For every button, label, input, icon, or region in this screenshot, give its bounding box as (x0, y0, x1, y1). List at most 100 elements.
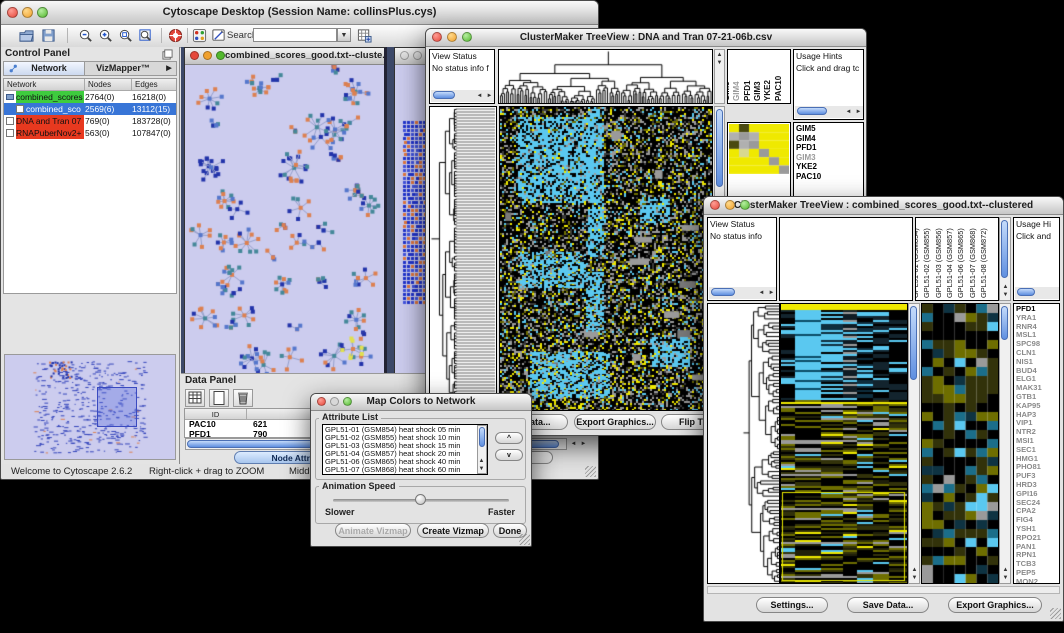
hscroll-thumb[interactable] (711, 288, 735, 296)
annotation-icon[interactable] (211, 28, 226, 43)
column-label[interactable]: PFD1 (743, 81, 752, 101)
column-label[interactable]: GPL51-08 (GSM872) (979, 228, 988, 298)
tv2-heatmap-scrollbar[interactable]: ▲ ▼ (908, 303, 920, 584)
birds-eye-viewport-rect[interactable] (97, 387, 137, 427)
tv1-row-dendrogram[interactable] (429, 106, 497, 411)
scroll-down-icon[interactable]: ▼ (1001, 574, 1010, 582)
close-icon[interactable] (317, 397, 326, 406)
scroll-left-icon[interactable]: ◄ (569, 440, 578, 448)
tab-scroll-right-icon[interactable]: ▶ (162, 62, 176, 75)
network-window-1-titlebar[interactable]: combined_scores_good.txt--cluste... (185, 48, 384, 65)
zoom-window-icon[interactable] (216, 51, 225, 60)
column-label[interactable]: GIM3 (753, 81, 762, 101)
close-icon[interactable] (432, 32, 442, 42)
zoom-window-icon[interactable] (343, 397, 352, 406)
minimize-icon[interactable] (725, 200, 735, 210)
column-label[interactable]: GPL51-04 (GSM857) (945, 228, 954, 298)
close-icon[interactable] (400, 51, 409, 60)
column-label[interactable]: GPL51-02 (GSM855) (922, 228, 931, 298)
scroll-right-icon[interactable]: ► (579, 440, 588, 448)
gene-label[interactable]: PFD1 (796, 143, 863, 153)
zoom-fit-icon[interactable] (138, 28, 153, 43)
tv2-heatmap[interactable] (780, 303, 908, 584)
gene-label[interactable]: MON2 (1016, 578, 1059, 584)
network-window-1[interactable]: combined_scores_good.txt--cluste... (184, 47, 387, 373)
column-label[interactable]: GPL51-06 (GSM865) (956, 228, 965, 298)
attribute-item[interactable]: GPL51-07 (GSM868) heat shock 60 min (325, 466, 487, 474)
column-label[interactable]: YKE2 (763, 80, 772, 101)
search-input[interactable] (253, 28, 337, 42)
vscroll-thumb[interactable] (716, 109, 723, 187)
gene-label[interactable]: YKE2 (796, 162, 863, 172)
tv2-col-scrollbar[interactable]: ▲ ▼ (999, 217, 1011, 301)
hscroll-thumb[interactable] (797, 107, 827, 115)
scroll-right-icon[interactable]: ► (854, 108, 863, 116)
tv2-row-dendrogram[interactable] (707, 303, 780, 584)
tv2-settings-button[interactable]: Settings... (756, 597, 828, 613)
scroll-right-icon[interactable]: ► (767, 289, 776, 297)
animate-vizmap-button[interactable]: Animate Vizmap (335, 523, 411, 538)
search-dropdown-button[interactable]: ▼ (337, 28, 351, 42)
tv2-export-graphics-button[interactable]: Export Graphics... (948, 597, 1042, 613)
tv2-save-data-button[interactable]: Save Data... (847, 597, 929, 613)
minimize-icon[interactable] (203, 51, 212, 60)
save-icon[interactable] (41, 28, 56, 43)
zoom-selected-icon[interactable] (118, 28, 133, 43)
column-label[interactable]: GPL51-01 (GSM854) (915, 228, 920, 298)
help-lifering-icon[interactable] (168, 28, 183, 43)
column-label[interactable]: GPL51-03 (GSM856) (934, 228, 943, 298)
vscroll-thumb[interactable] (1001, 220, 1008, 278)
resize-grip[interactable] (585, 466, 596, 477)
zoom-window-icon[interactable] (37, 7, 48, 18)
treeview1-titlebar[interactable]: ClusterMaker TreeView : DNA and Tran 07-… (426, 29, 866, 47)
zoom-window-icon[interactable] (462, 32, 472, 42)
tab-vizmapper[interactable]: VizMapper™ (85, 62, 161, 75)
tv2-zoom-scrollbar[interactable]: ▲ ▼ (999, 303, 1011, 584)
scroll-up-icon[interactable]: ▲ (715, 51, 724, 59)
column-label[interactable]: GPL51-07 (GSM868) (968, 228, 977, 298)
column-header-nodes[interactable]: Nodes (85, 79, 132, 91)
attribute-listbox[interactable]: GPL51-01 (GSM854) heat shock 05 minGPL51… (322, 424, 488, 475)
float-panel-icon[interactable] (162, 49, 173, 60)
column-label[interactable]: GIM5 (727, 81, 731, 101)
select-attributes-icon[interactable] (185, 389, 205, 407)
birds-eye-canvas[interactable] (5, 355, 175, 459)
scroll-right-icon[interactable]: ► (485, 92, 494, 100)
scroll-down-icon[interactable]: ▼ (910, 574, 919, 582)
close-icon[interactable] (7, 7, 18, 18)
delete-attribute-icon[interactable] (233, 389, 253, 407)
main-title-bar[interactable]: Cytoscape Desktop (Session Name: collins… (1, 1, 598, 25)
new-attribute-icon[interactable] (209, 389, 229, 407)
hscroll-thumb[interactable] (1017, 288, 1035, 296)
network-row[interactable]: combined_sco 2569(6) 13112(15) (4, 103, 176, 115)
listbox-scrollbar[interactable]: ▲ ▼ (477, 425, 487, 474)
tv1-column-dendrogram[interactable] (498, 49, 713, 104)
scroll-down-icon[interactable]: ▼ (477, 465, 486, 473)
vizmapper-icon[interactable] (192, 28, 207, 43)
close-icon[interactable] (190, 51, 199, 60)
attribute-table-icon[interactable] (357, 28, 372, 43)
scroll-up-icon[interactable]: ▲ (1001, 283, 1010, 291)
resize-grip[interactable] (519, 534, 530, 545)
tv1-heatmap[interactable] (499, 106, 713, 411)
close-icon[interactable] (710, 200, 720, 210)
tv1-export-graphics-button[interactable]: Export Graphics... (574, 414, 656, 430)
tab-network[interactable]: Network (4, 62, 85, 75)
column-header-network[interactable]: Network (4, 79, 85, 91)
tv2-column-dendrogram[interactable] (779, 217, 913, 301)
zoom-in-icon[interactable] (98, 28, 113, 43)
minimize-icon[interactable] (447, 32, 457, 42)
scroll-left-icon[interactable]: ◄ (844, 108, 853, 116)
open-folder-icon[interactable] (19, 28, 34, 43)
network-row[interactable]: RNAPuberNov2+ 563(0) 107847(0) (4, 127, 176, 139)
treeview2-titlebar[interactable]: ClusterMaker TreeView : combined_scores_… (704, 197, 1063, 215)
scroll-left-icon[interactable]: ◄ (475, 92, 484, 100)
gene-label[interactable]: PAC10 (796, 172, 863, 182)
vscroll-thumb[interactable] (910, 306, 917, 380)
gene-label[interactable]: GIM4 (796, 134, 863, 144)
network-view-canvas[interactable] (185, 65, 384, 373)
scroll-down-icon[interactable]: ▼ (1001, 291, 1010, 299)
scroll-down-icon[interactable]: ▼ (715, 59, 724, 67)
zoom-out-icon[interactable] (78, 28, 93, 43)
dialog-titlebar[interactable]: Map Colors to Network (311, 394, 531, 411)
